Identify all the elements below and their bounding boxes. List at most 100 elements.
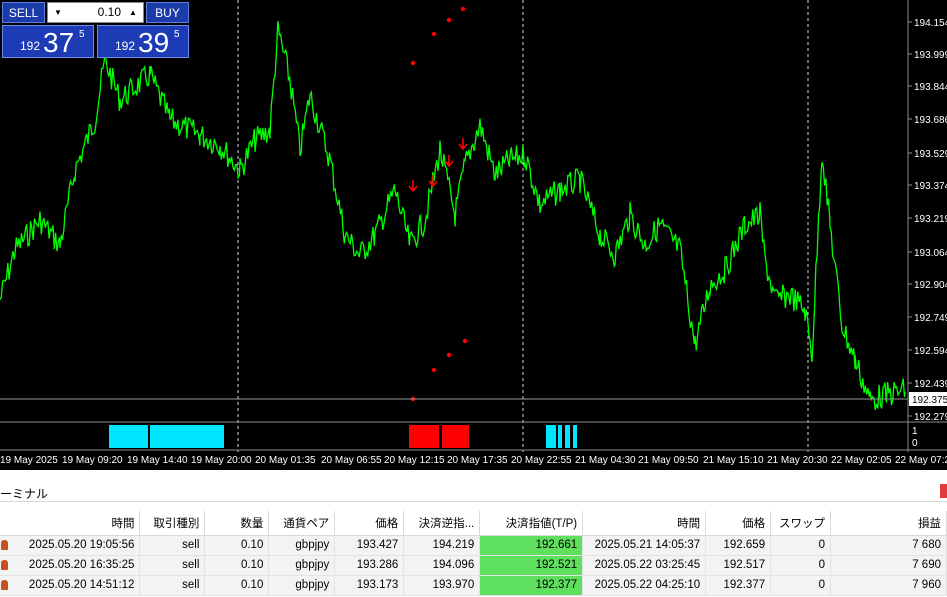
cell-value: 2025.05.20 19:05:56 <box>28 539 135 551</box>
lot-increase-icon[interactable]: ▲ <box>125 3 141 22</box>
table-cell: gbpjpy <box>268 535 336 556</box>
price-tick-label: 193.374 <box>914 181 947 192</box>
indicator-bar <box>409 425 439 448</box>
table-cell: 2025.05.22 03:25:45 <box>582 555 707 576</box>
current-price-label: 192.375 <box>912 395 947 406</box>
table-cell: 7 680 <box>830 535 947 556</box>
cell-value: 2025.05.20 14:51:12 <box>28 579 135 591</box>
table-cell: 2025.05.21 14:05:37 <box>582 535 707 556</box>
indicator-bars <box>109 425 577 448</box>
table-row[interactable]: 2025.05.20 14:51:12 sell 0.10 gbpjpy 193.173… <box>0 575 947 596</box>
sell-price-box[interactable]: 192 37 5 <box>2 25 94 58</box>
signal-dot <box>446 352 452 358</box>
cell-value: 192.661 <box>535 539 578 551</box>
cell-value: 192.659 <box>723 539 766 551</box>
terminal-header: ーミナル <box>0 476 947 502</box>
column-swap[interactable]: スワップ <box>770 511 832 536</box>
history-table: 時間 取引種別 数量 通貨ペア 価格 決済逆指... 決済指値(T/P) 時間 … <box>0 511 947 596</box>
indicator-bar <box>150 425 224 448</box>
signal-dot <box>431 31 437 37</box>
column-open-price[interactable]: 価格 <box>334 511 405 536</box>
signal-dot <box>410 60 416 66</box>
sell-arrow-icon <box>444 155 454 168</box>
column-close-price[interactable]: 価格 <box>705 511 772 536</box>
time-tick-label: 21 May 15:10 <box>703 455 764 466</box>
column-open-time[interactable]: 時間 <box>0 511 141 536</box>
buy-button[interactable]: BUY <box>146 2 189 23</box>
sell-price-prefix: 192 <box>20 39 41 53</box>
lot-size-value[interactable]: 0.10 <box>98 3 121 22</box>
column-close-time[interactable]: 時間 <box>582 511 707 536</box>
time-tick-label: 20 May 06:55 <box>321 455 382 466</box>
table-cell: 0.10 <box>204 535 270 556</box>
column-type[interactable]: 取引種別 <box>139 511 206 536</box>
table-cell: 0 <box>770 535 832 556</box>
price-tick-label: 193.064 <box>914 248 947 259</box>
table-cell: 2025.05.20 16:35:25 <box>0 555 141 576</box>
table-cell: sell <box>139 575 206 596</box>
table-cell: sell <box>139 535 206 556</box>
cell-value: 193.173 <box>356 579 399 591</box>
cell-value: gbpjpy <box>295 559 330 571</box>
column-profit[interactable]: 損益 <box>830 511 947 536</box>
order-icon <box>1 580 8 590</box>
table-cell: 0 <box>770 555 832 576</box>
table-cell: 192.377 <box>705 575 772 596</box>
table-row[interactable]: 2025.05.20 16:35:25 sell 0.10 gbpjpy 193.286… <box>0 555 947 576</box>
time-tick-label: 20 May 12:15 <box>384 455 445 466</box>
table-cell: 194.096 <box>403 555 481 576</box>
signal-dot <box>462 338 468 344</box>
price-tick-label: 192.279 <box>914 412 947 423</box>
price-tick-label: 192.749 <box>914 313 947 324</box>
price-chart[interactable]: 194.154 193.999 193.844 193.686 193.529 193.3… <box>0 0 947 470</box>
chart-canvas[interactable]: 194.154 193.999 193.844 193.686 193.529 193.3… <box>0 0 947 470</box>
indicator-axis-1: 1 <box>912 426 918 437</box>
column-take-profit[interactable]: 決済指値(T/P) <box>479 511 584 536</box>
cell-value: gbpjpy <box>295 539 330 551</box>
cell-value: 7 680 <box>912 539 941 551</box>
table-row[interactable]: 2025.05.20 19:05:56 sell 0.10 gbpjpy 193.427… <box>0 535 947 556</box>
column-volume[interactable]: 数量 <box>204 511 270 536</box>
time-tick-label: 20 May 01:35 <box>255 455 316 466</box>
time-tick-label: 21 May 20:30 <box>767 455 828 466</box>
buy-price-sup: 5 <box>174 29 180 40</box>
table-cell: 194.219 <box>403 535 481 556</box>
cell-value: 0 <box>818 579 826 591</box>
close-icon[interactable] <box>940 484 947 498</box>
table-cell: 192.521 <box>479 555 584 576</box>
lot-size-input[interactable]: ▼ 0.10 ▲ <box>47 2 144 23</box>
table-cell: 0.10 <box>204 575 270 596</box>
time-tick-label: 19 May 20:00 <box>191 455 252 466</box>
time-tick-label: 19 May 09:20 <box>62 455 123 466</box>
time-tick-label: 20 May 22:55 <box>511 455 572 466</box>
indicator-bar <box>442 425 469 448</box>
time-tick-label: 22 May 07:2 <box>895 455 947 466</box>
order-icon <box>1 560 8 570</box>
buy-price-prefix: 192 <box>115 39 136 53</box>
table-cell: 7 960 <box>830 575 947 596</box>
signal-dot <box>431 367 437 373</box>
cell-value: 192.377 <box>535 579 578 591</box>
buy-price-box[interactable]: 192 39 5 <box>97 25 189 58</box>
cell-value: 2025.05.22 04:25:10 <box>594 579 701 591</box>
price-tick-label: 193.686 <box>914 115 947 126</box>
price-tick-label: 193.844 <box>914 82 947 93</box>
signal-dot <box>446 17 452 23</box>
table-cell: gbpjpy <box>268 575 336 596</box>
column-symbol[interactable]: 通貨ペア <box>268 511 336 536</box>
cell-value: 192.521 <box>535 559 578 571</box>
cell-value: 2025.05.20 16:35:25 <box>28 559 135 571</box>
price-tick-label: 192.904 <box>914 280 947 291</box>
table-cell: 0.10 <box>204 555 270 576</box>
cell-value: 0 <box>818 559 826 571</box>
column-stop-loss[interactable]: 決済逆指... <box>403 511 481 536</box>
sell-button[interactable]: SELL <box>2 2 45 23</box>
time-tick-label: 20 May 17:35 <box>447 455 508 466</box>
table-cell: 192.661 <box>479 535 584 556</box>
lot-decrease-icon[interactable]: ▼ <box>50 3 66 22</box>
price-tick-label: 193.529 <box>914 149 947 160</box>
cell-value: 0 <box>818 539 826 551</box>
indicator-bar <box>109 425 148 448</box>
price-tick-label: 193.999 <box>914 50 947 61</box>
order-icon <box>1 540 8 550</box>
